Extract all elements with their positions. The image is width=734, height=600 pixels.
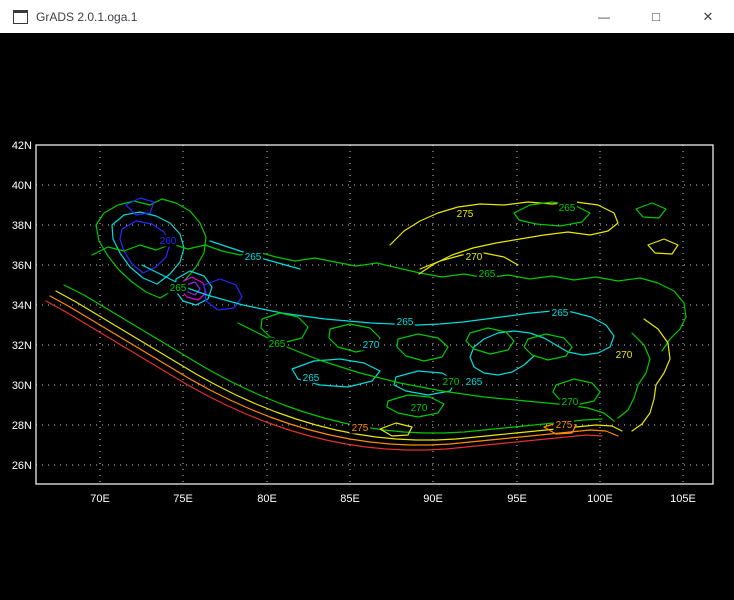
close-button[interactable]: ✕	[682, 0, 734, 33]
y-tick-label: 34N	[12, 300, 32, 312]
contour-line-green-12	[636, 203, 666, 218]
y-tick-label: 38N	[12, 220, 32, 232]
contour-plot: 275 265 270 265 265 260 265 265 265 270 265 265 270 2…	[0, 33, 734, 600]
y-tick-label: 36N	[12, 260, 32, 272]
maximize-icon: □	[652, 9, 660, 24]
contour-label: 270	[443, 377, 460, 388]
grads-app-icon	[13, 10, 28, 24]
contour-label: 270	[466, 252, 483, 263]
y-tick-label: 26N	[12, 460, 32, 472]
contour-label: 270	[363, 340, 380, 351]
contour-label: 270	[616, 350, 633, 361]
window-controls: — □ ✕	[578, 0, 734, 33]
window-title: GrADS 2.0.1.oga.1	[36, 10, 137, 24]
contour-line-green-28	[618, 333, 650, 418]
minimize-button[interactable]: —	[578, 0, 630, 33]
contour-line-green-21	[524, 334, 572, 360]
contour-label: 265	[559, 203, 576, 214]
contour-line-orange-31	[50, 296, 618, 445]
x-tick-label: 70E	[90, 493, 110, 505]
contour-label: 265	[303, 373, 320, 384]
grads-canvas: 275 265 270 265 265 260 265 265 265 270 265 265 270 2…	[0, 33, 734, 600]
x-tick-label: 85E	[340, 493, 360, 505]
contour-label: 270	[562, 397, 579, 408]
contour-label: 275	[352, 423, 369, 434]
x-tick-label: 80E	[257, 493, 277, 505]
contour-label: 275	[556, 420, 573, 431]
contour-line-yellow-30	[56, 291, 622, 440]
maximize-button[interactable]: □	[630, 0, 682, 33]
grads-window: GrADS 2.0.1.oga.1 — □ ✕ 2752652702652652…	[0, 0, 734, 600]
contour-label: 265	[245, 252, 262, 263]
contour-label: 265	[479, 269, 496, 280]
contour-label: 265	[466, 377, 483, 388]
contour-line-yellow-13	[648, 239, 678, 254]
y-tick-label: 42N	[12, 140, 32, 152]
contour-label: 260	[160, 236, 177, 247]
contour-label: 265	[552, 308, 569, 319]
contour-line-yellow-10	[390, 202, 618, 274]
contour-line-green-11	[514, 202, 590, 226]
y-tick-label: 32N	[12, 340, 32, 352]
contour-label: 275	[457, 209, 474, 220]
x-tick-label: 95E	[507, 493, 527, 505]
close-icon: ✕	[703, 9, 714, 25]
y-tick-label: 28N	[12, 420, 32, 432]
contour-line-cyan-16	[470, 331, 556, 375]
contour-line-red-32	[46, 301, 602, 450]
titlebar[interactable]: GrADS 2.0.1.oga.1 — □ ✕	[0, 0, 734, 33]
y-tick-label: 40N	[12, 180, 32, 192]
contour-line-green-19	[397, 334, 448, 361]
x-tick-label: 105E	[670, 493, 696, 505]
x-tick-label: 75E	[173, 493, 193, 505]
y-tick-label: 30N	[12, 380, 32, 392]
x-tick-label: 90E	[423, 493, 443, 505]
contour-label: 270	[411, 403, 428, 414]
contour-label: 265	[269, 339, 286, 350]
minimize-icon: —	[598, 10, 610, 24]
contour-label: 265	[397, 317, 414, 328]
contour-line-yellow-27	[632, 319, 670, 431]
x-tick-label: 100E	[587, 493, 613, 505]
contour-label: 265	[170, 283, 187, 294]
